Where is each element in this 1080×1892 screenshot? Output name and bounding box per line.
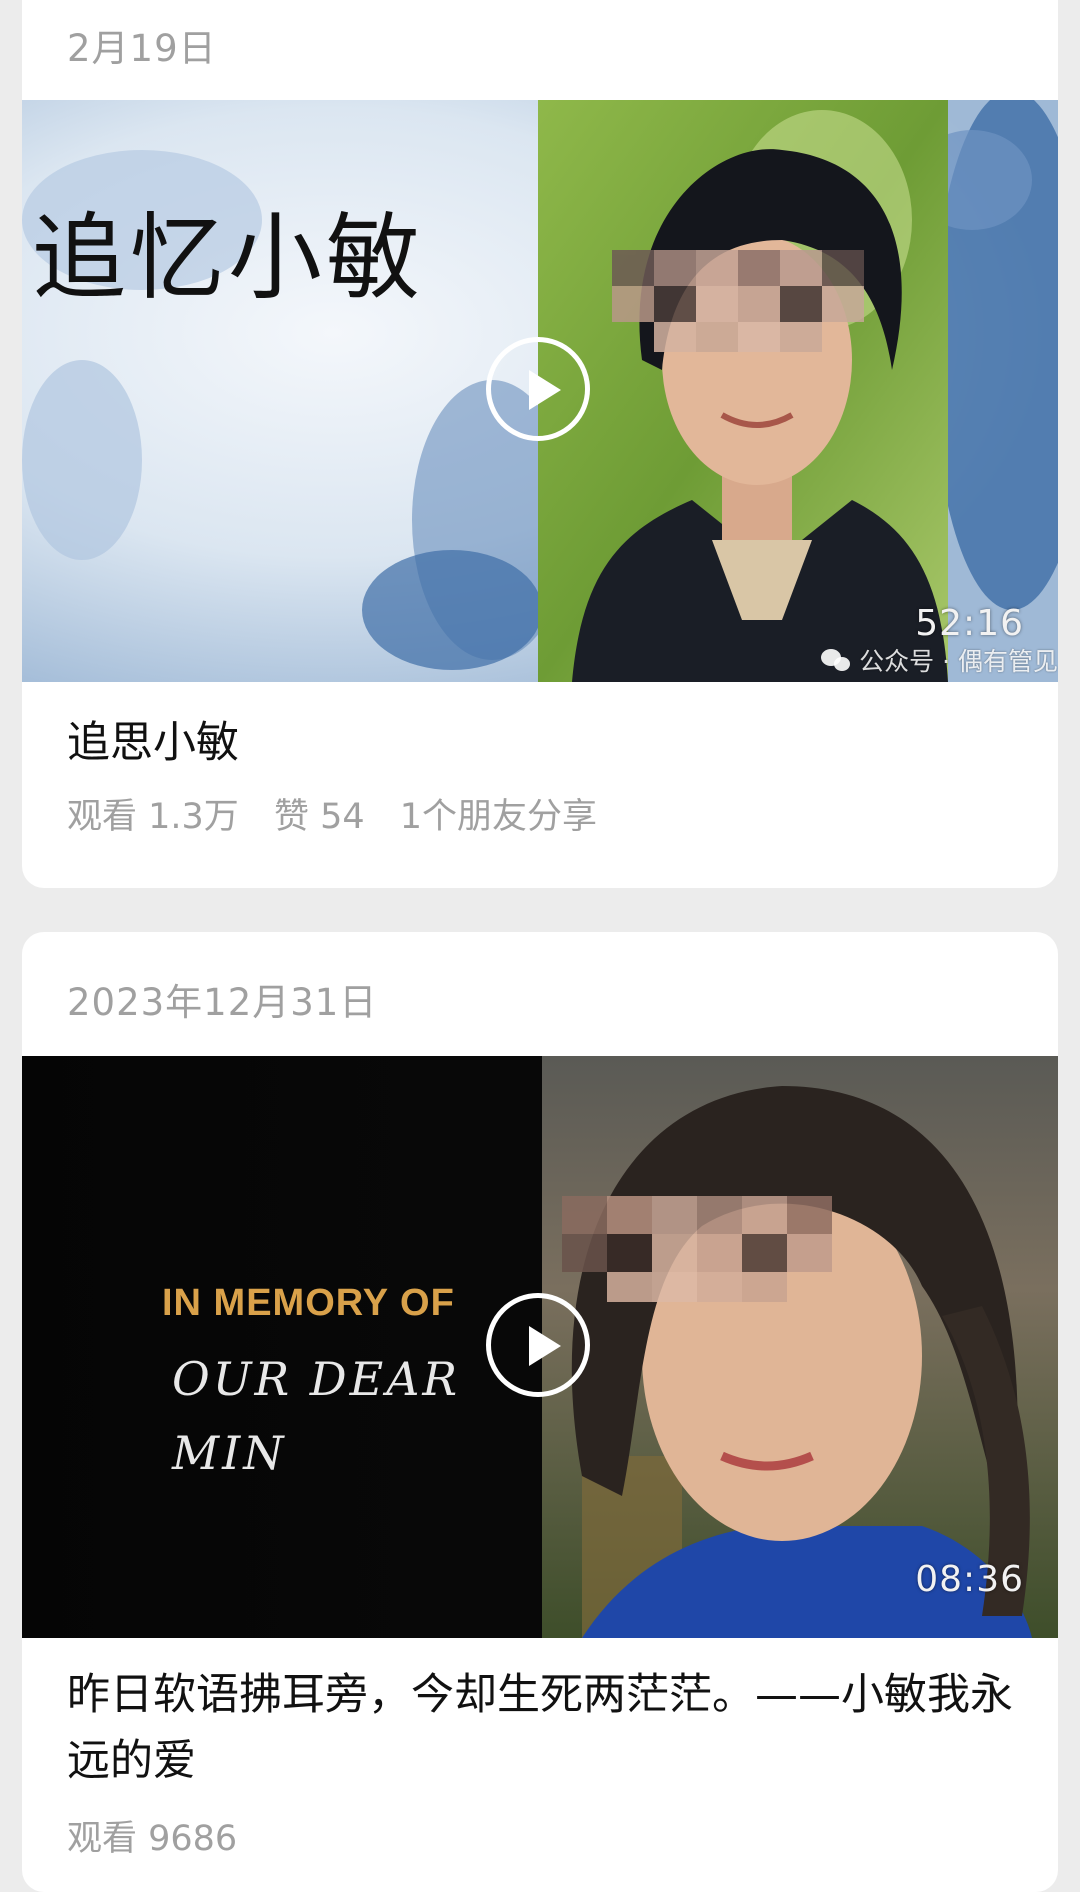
thumbnail-overlay-script: OUR DEAR — [172, 1352, 461, 1406]
video-title[interactable]: 昨日软语拂耳旁，今却生死两茫茫。——小敏我永远的爱 — [67, 1662, 1027, 1794]
watermark-text: 公众号 · 偶有管见 — [859, 647, 1058, 676]
video-stats: 观看 1.3万 赞 54 1个朋友分享 — [67, 788, 621, 839]
video-thumbnail[interactable]: IN MEMORY OF OUR DEAR MIN 08:36 — [22, 1056, 1058, 1638]
view-count: 观看 9686 — [67, 1819, 238, 1859]
play-icon[interactable] — [486, 1293, 590, 1397]
video-title[interactable]: 追思小敏 — [67, 710, 1027, 776]
video-thumbnail[interactable]: 追忆小敏 52:16 公众号 · 偶有管见 — [22, 100, 1058, 682]
thumbnail-overlay-text: 追忆小敏 — [32, 204, 425, 313]
post-date: 2023年12月31日 — [67, 981, 378, 1024]
view-count: 观看 1.3万 — [67, 797, 239, 837]
thumbnail-overlay-script: MIN — [172, 1426, 287, 1480]
video-duration: 08:36 — [915, 1559, 1024, 1600]
like-count: 赞 54 — [273, 797, 365, 837]
video-stats: 观看 9686 — [67, 1810, 261, 1861]
wechat-icon — [821, 647, 853, 673]
video-duration: 52:16 — [915, 603, 1024, 644]
thumbnail-overlay-heading: IN MEMORY OF — [162, 1282, 455, 1324]
share-count: 1个朋友分享 — [399, 797, 598, 837]
video-card[interactable]: 2023年12月31日 IN MEMORY OF OUR DEAR MIN 08… — [22, 932, 1058, 1892]
video-card[interactable]: 2月19日 追忆小敏 52:16 公众号 · 偶有管见 追思小敏 观看 1.3万… — [22, 0, 1058, 888]
play-icon[interactable] — [486, 337, 590, 441]
post-date: 2月19日 — [67, 27, 217, 70]
watermark: 公众号 · 偶有管见 — [821, 642, 1058, 678]
